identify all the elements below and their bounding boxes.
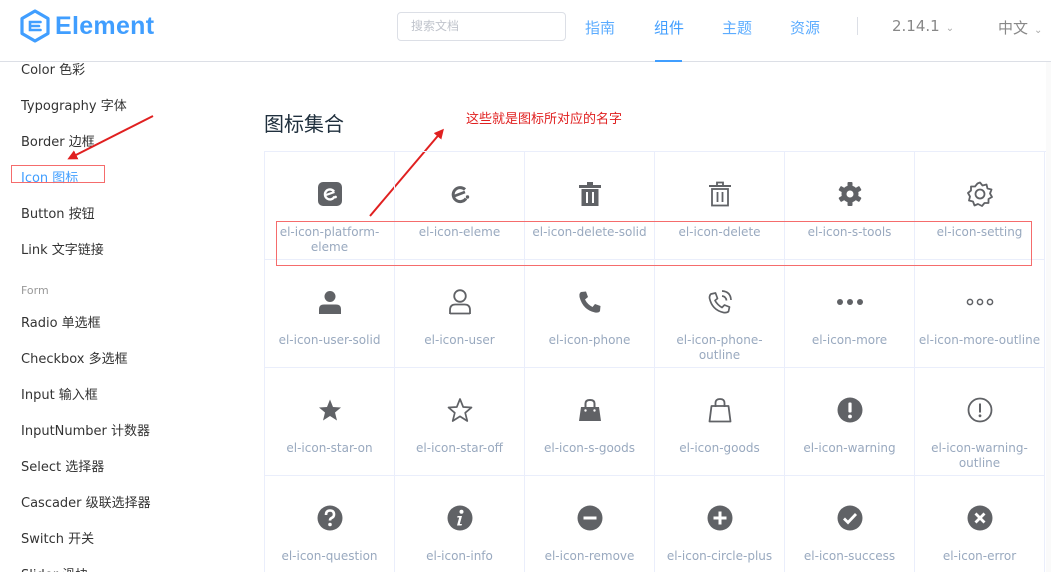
setting-icon <box>966 181 993 207</box>
header-divider <box>857 17 858 35</box>
error-icon <box>967 505 992 531</box>
chevron-down-icon: ⌄ <box>945 23 955 34</box>
icon-name: el-icon-goods <box>679 441 760 455</box>
icon-cell-more-outline[interactable]: el-icon-more-outline <box>915 260 1045 368</box>
sidebar-item-cascader[interactable]: Cascader 级联选择器 <box>21 492 151 511</box>
icon-name: el-icon-phone <box>548 333 631 347</box>
warning-icon <box>837 397 862 423</box>
icon-item-highlight-box <box>11 165 105 183</box>
page-title: 图标集合 <box>264 112 344 136</box>
icon-cell-error[interactable]: el-icon-error <box>915 476 1045 572</box>
sidebar-item-color[interactable]: Color 色彩 <box>21 62 85 78</box>
language-select[interactable]: 中文 ⌄ <box>998 17 1042 38</box>
icon-name: el-icon-s-goods <box>543 441 635 455</box>
icon-cell-remove[interactable]: el-icon-remove <box>525 476 655 572</box>
nav-guide[interactable]: 指南 <box>585 17 615 38</box>
icon-cell-more[interactable]: el-icon-more <box>785 260 915 368</box>
icon-name: el-icon-warning <box>803 441 896 455</box>
language-label: 中文 <box>998 19 1029 37</box>
logo-text: Element <box>55 11 155 40</box>
icon-cell-user[interactable]: el-icon-user <box>395 260 525 368</box>
icon-cell-phone[interactable]: el-icon-phone <box>525 260 655 368</box>
icon-name: el-icon-star-off <box>416 441 503 455</box>
icon-name: el-icon-error <box>942 549 1017 563</box>
success-icon <box>837 505 862 531</box>
icon-cell-goods[interactable]: el-icon-goods <box>655 368 785 476</box>
icon-cell-user-solid[interactable]: el-icon-user-solid <box>265 260 395 368</box>
nav-theme[interactable]: 主题 <box>722 17 752 38</box>
warning-outline-icon <box>967 397 992 423</box>
icon-name: el-icon-phone-outline <box>676 333 763 362</box>
icon-name: el-icon-info <box>426 549 493 563</box>
more-icon <box>836 299 863 305</box>
platform-eleme-icon <box>317 182 342 206</box>
sidebar-group-form: Form <box>21 284 49 297</box>
info-icon <box>447 505 472 531</box>
s-goods-icon <box>578 398 601 421</box>
circle-plus-icon <box>707 505 732 531</box>
sidebar-item-radio[interactable]: Radio 单选框 <box>21 312 101 331</box>
icon-names-highlight-box <box>276 221 1032 266</box>
eleme-icon <box>451 186 469 204</box>
delete-solid-icon <box>578 182 601 206</box>
icon-cell-success[interactable]: el-icon-success <box>785 476 915 572</box>
icon-name: el-icon-more <box>811 333 888 347</box>
icon-name: el-icon-circle-plus <box>666 549 773 563</box>
icon-cell-question[interactable]: el-icon-question <box>265 476 395 572</box>
nav-component[interactable]: 组件 <box>654 17 684 38</box>
sidebar-item-select[interactable]: Select 选择器 <box>21 456 104 475</box>
icon-cell-warning[interactable]: el-icon-warning <box>785 368 915 476</box>
goods-icon <box>708 398 731 423</box>
active-nav-indicator <box>655 60 682 62</box>
top-header: Element 搜索文档 指南 组件 主题 资源 2.14.1 ⌄ 中文 ⌄ <box>0 0 1051 62</box>
sidebar-item-switch[interactable]: Switch 开关 <box>21 528 94 547</box>
icon-name: el-icon-star-on <box>286 441 373 455</box>
icon-cell-star-on[interactable]: el-icon-star-on <box>265 368 395 476</box>
icon-name: el-icon-success <box>803 549 896 563</box>
icon-name: el-icon-warning-outline <box>931 441 1028 470</box>
icon-name: el-icon-user-solid <box>278 333 381 347</box>
icon-name: el-icon-user <box>424 333 495 347</box>
icon-cell-s-goods[interactable]: el-icon-s-goods <box>525 368 655 476</box>
icon-cell-circle-plus[interactable]: el-icon-circle-plus <box>655 476 785 572</box>
question-icon <box>317 505 342 531</box>
star-off-icon <box>447 398 472 422</box>
element-logo-icon <box>20 9 50 43</box>
search-input[interactable]: 搜索文档 <box>397 12 566 41</box>
version-select[interactable]: 2.14.1 ⌄ <box>892 17 954 35</box>
s-tools-icon <box>838 182 861 206</box>
sidebar-item-link[interactable]: Link 文字链接 <box>21 239 104 258</box>
icon-cell-info[interactable]: el-icon-info <box>395 476 525 572</box>
icon-cell-star-off[interactable]: el-icon-star-off <box>395 368 525 476</box>
icon-name: el-icon-more-outline <box>918 333 1041 347</box>
delete-icon <box>708 181 731 207</box>
icon-grid: el-icon-platform-eleme el-icon-eleme el-… <box>264 151 1046 572</box>
sidebar-item-typography[interactable]: Typography 字体 <box>21 95 127 114</box>
scrollbar[interactable] <box>1046 62 1051 572</box>
sidebar-item-button[interactable]: Button 按钮 <box>21 203 95 222</box>
phone-icon <box>578 291 600 313</box>
sidebar-item-inputnumber[interactable]: InputNumber 计数器 <box>21 420 150 439</box>
icon-cell-phone-outline[interactable]: el-icon-phone-outline <box>655 260 785 368</box>
icon-cell-warning-outline[interactable]: el-icon-warning-outline <box>915 368 1045 476</box>
remove-icon <box>577 505 602 531</box>
sidebar-item-input[interactable]: Input 输入框 <box>21 384 98 403</box>
sidebar-item-checkbox[interactable]: Checkbox 多选框 <box>21 348 128 367</box>
version-label: 2.14.1 <box>892 17 940 35</box>
annotation-text: 这些就是图标所对应的名字 <box>466 112 623 127</box>
sidebar: Color 色彩 Typography 字体 Border 边框 Icon 图标… <box>0 62 200 572</box>
sidebar-item-border[interactable]: Border 边框 <box>21 131 95 150</box>
nav-resource[interactable]: 资源 <box>790 17 820 38</box>
phone-outline-icon <box>708 290 732 314</box>
user-solid-icon <box>318 291 341 314</box>
element-logo[interactable]: Element <box>20 9 154 43</box>
user-icon <box>448 289 471 315</box>
icon-name: el-icon-question <box>281 549 378 563</box>
sidebar-item-slider[interactable]: Slider 滑块 <box>21 564 88 572</box>
chevron-down-icon: ⌄ <box>1034 25 1043 36</box>
icon-name: el-icon-remove <box>544 549 635 563</box>
star-on-icon <box>318 399 341 421</box>
more-outline-icon <box>966 298 993 306</box>
